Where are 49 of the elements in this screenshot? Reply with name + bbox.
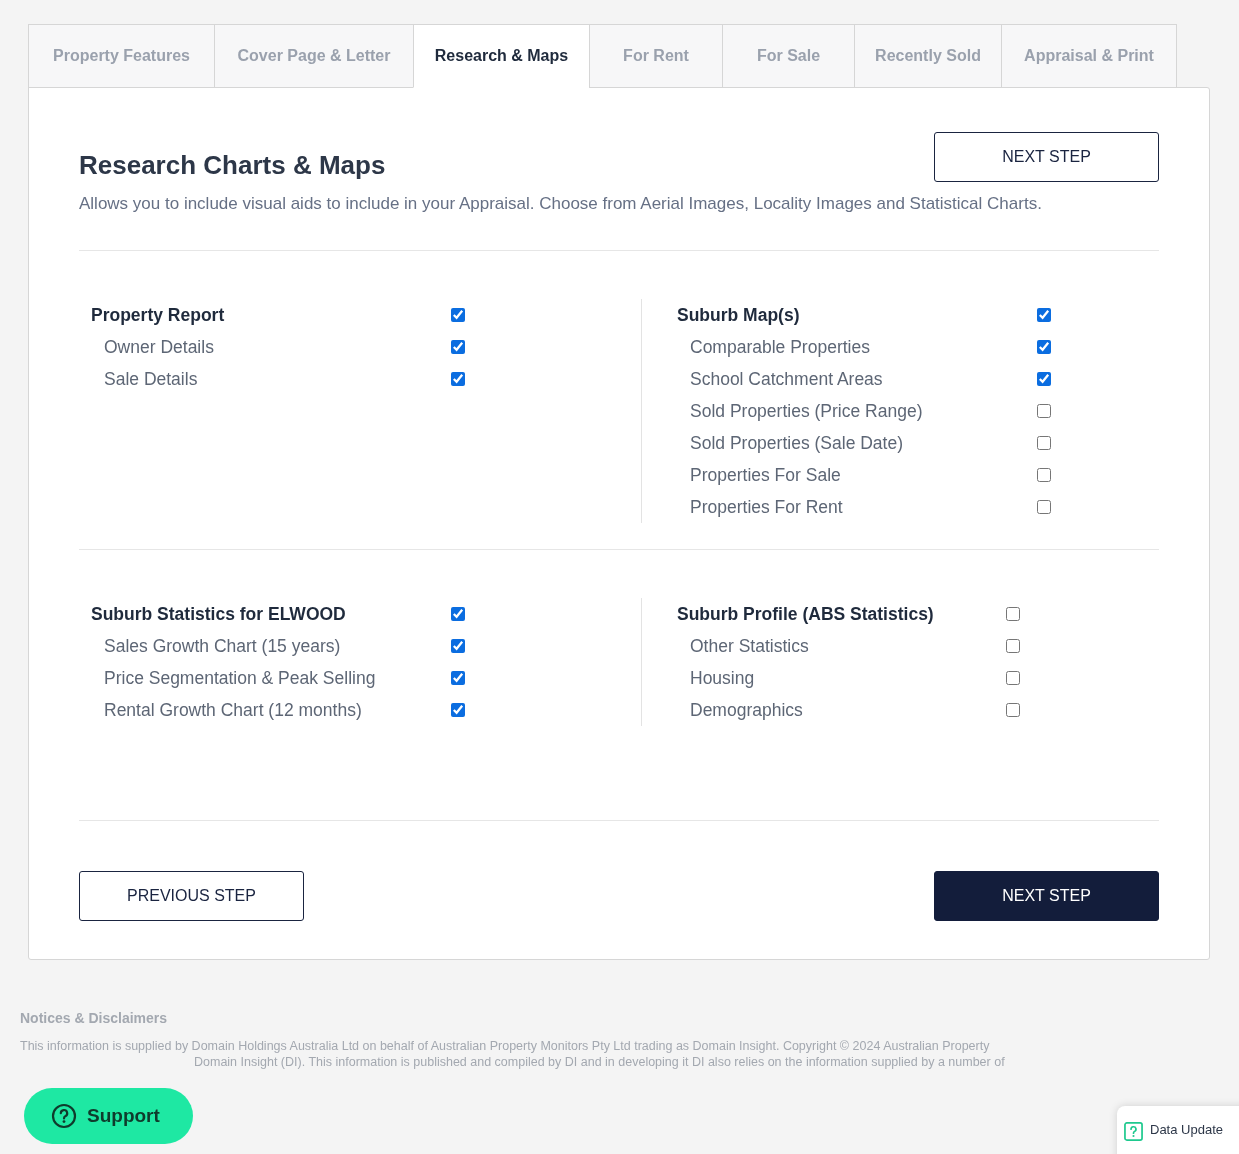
checkbox[interactable] — [451, 703, 465, 717]
option-label: Housing — [689, 667, 756, 689]
checkbox[interactable] — [451, 639, 465, 653]
disclaimer-text: This information is supplied by Domain Holdings Australia Ltd on behalf of Australian Property Monitors Pty Ltd trading as Domain Insight. Copyright © 2024 Australian Property — [20, 1038, 991, 1054]
checkbox[interactable] — [1006, 639, 1020, 653]
option-label: Rental Growth Chart (12 months) — [103, 699, 363, 721]
checkbox[interactable] — [1037, 340, 1051, 354]
notices-title: Notices & Disclaimers — [20, 1010, 169, 1026]
checkbox[interactable] — [451, 372, 465, 386]
checkbox[interactable] — [1037, 468, 1051, 482]
group-title: Suburb Map(s) — [677, 304, 801, 326]
group-title: Suburb Profile (ABS Statistics) — [677, 603, 935, 625]
option-label: Demographics — [689, 699, 804, 721]
option-label: Sold Properties (Sale Date) — [689, 432, 905, 454]
option-label: Other Statistics — [689, 635, 810, 657]
option-label: Price Segmentation & Peak Selling — [103, 667, 377, 689]
group-title: Suburb Statistics for ELWOOD — [91, 603, 347, 625]
group-title: Property Report — [91, 304, 226, 326]
checkbox[interactable] — [1037, 372, 1051, 386]
option-label: Properties For Rent — [689, 496, 844, 518]
disclaimer-text: Domain Insight (DI). This information is published and compiled by DI and in developing it DI also relies on the information supplied by a number of — [193, 1054, 1006, 1070]
support-button[interactable]: Support — [24, 1088, 193, 1144]
previous-step-button[interactable]: PREVIOUS STEP — [79, 871, 304, 921]
next-step-button[interactable]: NEXT STEP — [934, 132, 1159, 182]
checkbox[interactable] — [1006, 671, 1020, 685]
option-label: Comparable Properties — [689, 336, 871, 358]
help-icon — [51, 1103, 77, 1129]
option-label: Sale Details — [103, 368, 199, 390]
checkbox[interactable] — [1006, 703, 1020, 717]
checkbox[interactable] — [1037, 500, 1051, 514]
checkbox[interactable] — [451, 340, 465, 354]
checkbox[interactable] — [451, 607, 465, 621]
tab[interactable]: Research & Maps — [413, 24, 589, 88]
option-label: Sold Properties (Price Range) — [689, 400, 924, 422]
checkbox[interactable] — [1037, 404, 1051, 418]
option-label: School Catchment Areas — [689, 368, 884, 390]
option-label: Sales Growth Chart (15 years) — [103, 635, 342, 657]
checkbox[interactable] — [451, 308, 465, 322]
help-icon — [1124, 1122, 1143, 1141]
data-update-button[interactable]: Data Update — [1117, 1106, 1239, 1154]
next-step-button[interactable]: NEXT STEP — [934, 871, 1159, 921]
checkbox[interactable] — [1037, 308, 1051, 322]
option-label: Properties For Sale — [689, 464, 842, 486]
checkbox[interactable] — [451, 671, 465, 685]
description: Allows you to include visual aids to include in your Appraisal. Choose from Aerial Images, Locality Images and Statistical Charts. — [79, 194, 1043, 214]
option-label: Owner Details — [103, 336, 215, 358]
checkbox[interactable] — [1037, 436, 1051, 450]
page-title: Research Charts & Maps — [79, 150, 386, 181]
checkbox[interactable] — [1006, 607, 1020, 621]
